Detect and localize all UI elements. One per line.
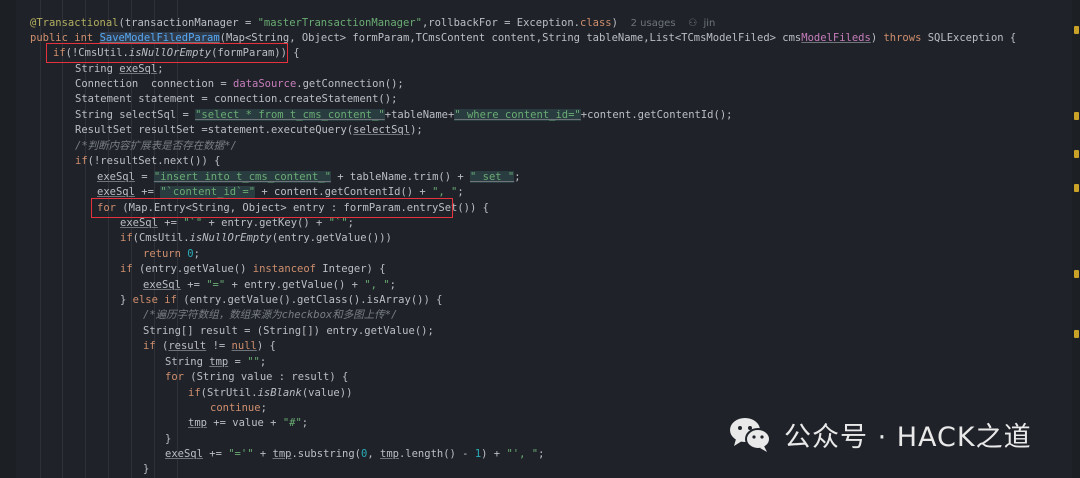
- code-line[interactable]: continue;: [210, 401, 267, 416]
- code-line[interactable]: } else if (entry.getValue().getClass().i…: [120, 293, 442, 308]
- code-line[interactable]: if (result != null) {: [143, 339, 276, 354]
- code-line[interactable]: exeSql += "`" + entry.getKey() + "`";: [120, 216, 354, 231]
- warning-marker[interactable]: [1074, 112, 1079, 120]
- code-editor[interactable]: @Transactional(transactionManager = "mas…: [0, 0, 1080, 478]
- code-line[interactable]: }: [143, 462, 149, 477]
- indent-guide: [62, 0, 63, 478]
- code-line[interactable]: return 0;: [143, 247, 200, 262]
- code-line[interactable]: }: [165, 432, 171, 447]
- highlight-box-if-check: [46, 43, 288, 63]
- code-line[interactable]: tmp += value + "#";: [188, 416, 308, 431]
- editor-gutter[interactable]: [0, 0, 16, 478]
- annotation: @Transactional: [30, 17, 119, 29]
- code-line[interactable]: String selectSql = "select * from t_cms_…: [75, 108, 732, 123]
- wechat-icon: [730, 418, 771, 452]
- warning-marker[interactable]: [1074, 184, 1079, 192]
- author-icon: ⚇: [688, 18, 698, 29]
- warning-marker[interactable]: [1074, 330, 1079, 338]
- code-line[interactable]: /*遍历字符数组，数组来源为checkbox和多图上传*/: [143, 308, 397, 323]
- code-line[interactable]: /*判断内容扩展表是否存在数据*/: [75, 139, 237, 154]
- author-hint[interactable]: jin: [704, 18, 716, 29]
- warning-marker[interactable]: [1074, 26, 1079, 34]
- watermark: 公众号 · HACK之道: [728, 412, 1032, 456]
- indent-guide: [40, 0, 41, 478]
- code-line[interactable]: Connection connection = dataSource.getCo…: [75, 77, 404, 92]
- error-stripe[interactable]: [1072, 0, 1080, 478]
- code-line[interactable]: Statement statement = connection.createS…: [75, 92, 397, 107]
- code-line[interactable]: if (entry.getValue() instanceof Integer)…: [120, 262, 386, 277]
- code-line[interactable]: if(CmsUtil.isNullOrEmpty(entry.getValue(…: [120, 231, 392, 246]
- code-line[interactable]: String exeSql;: [75, 62, 164, 77]
- code-line[interactable]: exeSql = "insert into t_cms_content_" + …: [97, 170, 521, 185]
- code-line[interactable]: for (String value : result) {: [165, 370, 348, 385]
- code-line[interactable]: String[] result = (String[]) entry.getVa…: [143, 324, 434, 339]
- code-line[interactable]: @Transactional(transactionManager = "mas…: [30, 16, 715, 31]
- warning-marker[interactable]: [1074, 150, 1079, 158]
- code-line[interactable]: if(!resultSet.next()) {: [75, 154, 220, 169]
- highlight-box-for-loop: [91, 198, 453, 218]
- warning-marker[interactable]: [1074, 270, 1079, 278]
- code-line[interactable]: String tmp = "";: [165, 355, 266, 370]
- code-line[interactable]: ResultSet resultSet =statement.executeQu…: [75, 123, 423, 138]
- code-line[interactable]: exeSql += "=" + entry.getValue() + ", ";: [143, 278, 396, 293]
- code-line[interactable]: exeSql += "='" + tmp.substring(0, tmp.le…: [165, 447, 544, 462]
- code-line[interactable]: if(StrUtil.isBlank(value)): [188, 386, 352, 401]
- usages-hint[interactable]: 2 usages: [631, 18, 676, 29]
- watermark-text: 公众号 · HACK之道: [784, 421, 1032, 453]
